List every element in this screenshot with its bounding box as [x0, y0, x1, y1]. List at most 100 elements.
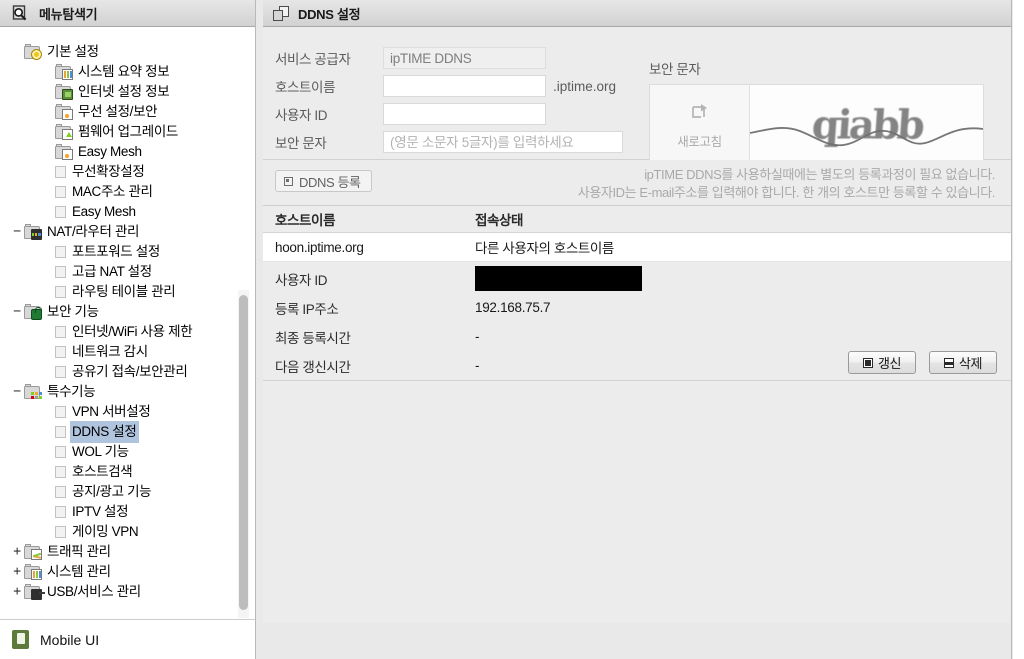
sidebar-title: 메뉴탐색기 — [39, 6, 98, 22]
captcha-section-label: 보안 문자 — [649, 62, 701, 77]
detail-row: 사용자 ID — [263, 264, 1011, 293]
sidebar-item-label: 기본 설정 — [47, 44, 99, 59]
sidebar-item-22[interactable]: 공지/광고 기능 — [0, 482, 255, 502]
folder-icon-router — [24, 223, 43, 241]
sidebar-item-label: IPTV 설정 — [72, 504, 129, 519]
placeholder-square-icon — [55, 346, 66, 358]
folder-icon-traffic — [24, 543, 43, 561]
main-header: DDNS 설정 — [263, 0, 1011, 27]
detail-row: 등록 IP주소 192.168.75.7 — [263, 293, 1011, 322]
mobile-ui-button[interactable]: Mobile UI — [0, 619, 255, 659]
sidebar-item-label: 시스템 관리 — [47, 564, 111, 579]
sidebar-item-13[interactable]: − 보안 기능 — [0, 302, 255, 322]
cell-status: 다른 사용자의 호스트이름 — [475, 241, 614, 256]
delete-button[interactable]: 삭제 — [929, 351, 997, 374]
column-header-hostname: 호스트이름 — [275, 213, 336, 228]
sidebar-item-label: NAT/라우터 관리 — [47, 224, 140, 239]
mobile-ui-label: Mobile UI — [40, 631, 100, 648]
hostname-label: 호스트이름 — [275, 80, 336, 95]
captcha-input[interactable] — [383, 131, 623, 153]
sidebar-item-26[interactable]: + 시스템 관리 — [0, 562, 255, 582]
sidebar-item-11[interactable]: 고급 NAT 설정 — [0, 262, 255, 282]
search-document-icon — [12, 4, 29, 22]
sidebar-item-label: USB/서비스 관리 — [47, 584, 141, 599]
sidebar-item-18[interactable]: VPN 서버설정 — [0, 402, 255, 422]
captcha-refresh-button[interactable]: 새로고침 — [650, 85, 750, 168]
sidebar-item-17[interactable]: − 특수기능 — [0, 382, 255, 402]
sidebar-item-23[interactable]: IPTV 설정 — [0, 502, 255, 522]
sidebar-item-15[interactable]: 네트워크 감시 — [0, 342, 255, 362]
sidebar-item-10[interactable]: 포트포워드 설정 — [0, 242, 255, 262]
button-label: 삭제 — [958, 356, 983, 371]
detail-value: 192.168.75.7 — [475, 300, 551, 315]
hostname-input[interactable] — [383, 75, 546, 97]
sidebar-item-25[interactable]: + 트래픽 관리 — [0, 542, 255, 562]
sidebar-item-4[interactable]: 펌웨어 업그레이드 — [0, 122, 255, 142]
provider-input[interactable] — [383, 47, 546, 69]
item-icon-up — [55, 123, 74, 141]
notice-line-2: 사용자ID는 E-mail주소를 입력해야 합니다. 한 개의 호스트만 등록할… — [577, 185, 996, 200]
captcha-refresh-label: 새로고침 — [677, 134, 722, 149]
sidebar-item-label: WOL 기능 — [72, 444, 129, 459]
table-header-row: 호스트이름 접속상태 — [263, 205, 1011, 233]
sidebar-item-14[interactable]: 인터넷/WiFi 사용 제한 — [0, 322, 255, 342]
notice-area: DDNS 등록 ipTIME DDNS를 사용하실때에는 별도의 등록과정이 필… — [263, 160, 1011, 205]
sidebar-item-27[interactable]: + USB/서비스 관리 — [0, 582, 255, 602]
placeholder-square-icon — [55, 326, 66, 338]
sidebar-item-label: 인터넷/WiFi 사용 제한 — [72, 324, 193, 339]
sidebar-item-8[interactable]: Easy Mesh — [0, 202, 255, 222]
mobile-phone-icon — [12, 630, 29, 649]
sidebar-item-12[interactable]: 라우팅 테이블 관리 — [0, 282, 255, 302]
sidebar-item-label: DDNS 설정 — [70, 421, 140, 443]
sidebar-item-0[interactable]: 기본 설정 — [0, 42, 255, 62]
placeholder-square-icon — [55, 186, 66, 198]
expand-icon[interactable]: + — [10, 542, 24, 562]
sidebar-item-3[interactable]: 무선 설정/보안 — [0, 102, 255, 122]
sidebar-item-label: 트래픽 관리 — [47, 544, 111, 559]
router-admin-window: 메뉴탐색기 기본 설정시스템 요약 정보인터넷 설정 정보 무선 설정/보안 펌웨어… — [0, 0, 1024, 659]
notice-line-1: ipTIME DDNS를 사용하실때에는 별도의 등록과정이 필요 없습니다. — [644, 167, 995, 182]
sidebar-item-9[interactable]: − NAT/라우터 관리 — [0, 222, 255, 242]
collapse-icon[interactable]: − — [10, 382, 24, 402]
detail-value: - — [475, 329, 480, 344]
collapse-icon[interactable]: − — [10, 222, 24, 242]
sidebar-item-16[interactable]: 공유기 접속/보안관리 — [0, 362, 255, 382]
sidebar-item-5[interactable]: Easy Mesh — [0, 142, 255, 162]
sidebar-item-20[interactable]: WOL 기능 — [0, 442, 255, 462]
item-icon-monitor — [55, 83, 74, 101]
placeholder-square-icon — [55, 466, 66, 478]
ddns-register-label: DDNS 등록 — [299, 174, 361, 190]
detail-value-wrap: - — [475, 358, 480, 373]
sidebar-item-19[interactable]: DDNS 설정 — [0, 421, 255, 443]
menu-tree: 기본 설정시스템 요약 정보인터넷 설정 정보 무선 설정/보안 펌웨어 업그레이드… — [0, 28, 255, 602]
sidebar-item-7[interactable]: MAC주소 관리 — [0, 182, 255, 202]
provider-label: 서비스 공급자 — [275, 52, 351, 67]
sidebar-scrollbar-thumb[interactable] — [239, 295, 248, 610]
sidebar-item-2[interactable]: 인터넷 설정 정보 — [0, 82, 255, 102]
detail-label: 최종 등록시간 — [275, 330, 351, 346]
userid-input[interactable] — [383, 103, 546, 125]
collapse-icon[interactable]: − — [10, 302, 24, 322]
expand-icon[interactable]: + — [10, 582, 24, 602]
sidebar-item-label: 시스템 요약 정보 — [78, 64, 170, 79]
column-header-status: 접속상태 — [475, 213, 524, 228]
sidebar-item-21[interactable]: 호스트검색 — [0, 462, 255, 482]
expand-icon[interactable]: + — [10, 562, 24, 582]
placeholder-square-icon — [55, 206, 66, 218]
sidebar-item-label: 게이밍 VPN — [72, 524, 139, 539]
sidebar-item-24[interactable]: 게이밍 VPN — [0, 522, 255, 542]
item-icon-wifi — [55, 103, 74, 121]
refresh-arrow-icon — [690, 103, 710, 123]
renew-button[interactable]: 갱신 — [848, 351, 916, 374]
sidebar-item-6[interactable]: 무선확장설정 — [0, 162, 255, 182]
placeholder-square-icon — [55, 426, 66, 438]
detail-label: 사용자 ID — [275, 272, 328, 288]
table-row[interactable]: hoon.iptime.org 다른 사용자의 호스트이름 — [263, 233, 1011, 262]
placeholder-square-icon — [55, 526, 66, 538]
sidebar-item-label: 호스트검색 — [72, 464, 133, 479]
menu-tree-scroll-area[interactable]: 기본 설정시스템 요약 정보인터넷 설정 정보 무선 설정/보안 펌웨어 업그레이드… — [0, 28, 255, 619]
sidebar-item-1[interactable]: 시스템 요약 정보 — [0, 62, 255, 82]
right-gutter — [1013, 0, 1024, 659]
placeholder-square-icon — [55, 166, 66, 178]
ddns-register-button[interactable]: DDNS 등록 — [275, 170, 372, 192]
